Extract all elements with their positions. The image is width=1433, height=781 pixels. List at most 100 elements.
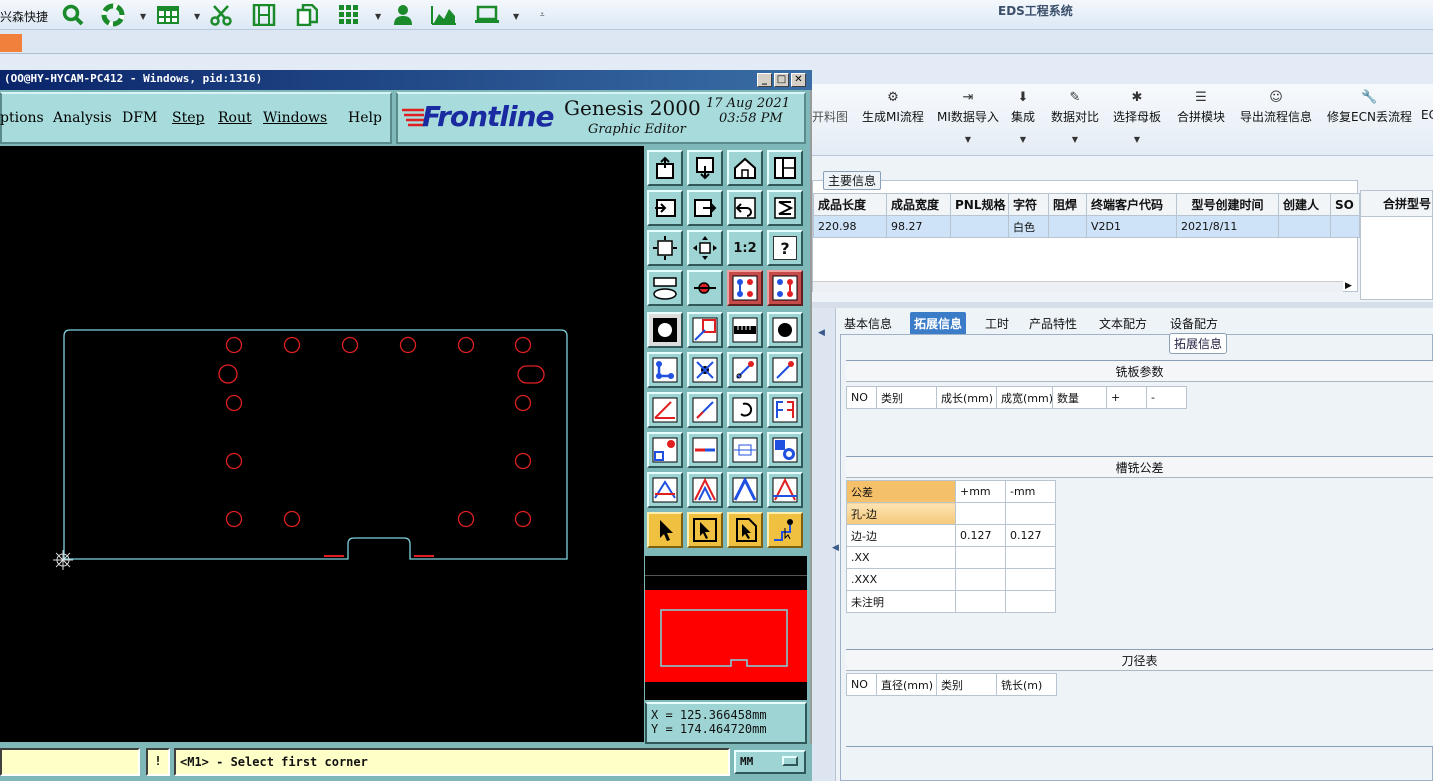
col-header[interactable]: 类别 [936,673,997,696]
table-cell[interactable] [950,215,1009,238]
ruler-button[interactable] [727,312,763,348]
table-cell[interactable] [955,590,1006,613]
table-cell[interactable]: 0.127 [1005,524,1056,547]
open-job-button[interactable] [647,150,683,186]
table-cell[interactable] [955,502,1006,525]
table-cell[interactable] [955,546,1006,569]
table-cell[interactable]: 98.27 [886,215,951,238]
toolbar-fix-ecn[interactable]: 🔧 修复ECN丢流程 [1327,90,1412,125]
export-button[interactable] [687,190,723,226]
col-header[interactable]: 直径(mm) [876,673,937,696]
table-cell[interactable] [1048,215,1087,238]
toolbar-cut-map[interactable]: 开料图 [812,108,848,125]
col-header[interactable]: 铣长(m) [996,673,1057,696]
help-button[interactable]: ? [767,230,803,266]
col-header[interactable]: -mm [1005,480,1056,503]
col-header[interactable]: 类别 [876,386,937,409]
chevron-down-icon[interactable]: ▼ [513,12,519,21]
tab-text-recipe[interactable]: 文本配方 [1095,312,1151,335]
toolbar-merge-module[interactable]: ☰ 合拼模块 [1177,90,1225,125]
table-row[interactable]: 边-边 0.127 0.127 [846,524,1056,547]
maximize-button[interactable]: □ [774,73,789,87]
chevron-down-icon[interactable]: ▼ [375,12,381,21]
add-row-button[interactable]: + [1106,386,1147,409]
command-input[interactable] [0,748,140,776]
col-header[interactable]: 成宽(mm) [996,386,1053,409]
chamfer-button[interactable] [687,472,723,508]
line-move-button[interactable] [767,352,803,388]
col-header[interactable]: 成品宽度 [886,193,951,216]
measure-point-button[interactable] [687,270,723,306]
table-cell[interactable] [1005,546,1056,569]
col-header[interactable]: 型号创建时间 [1176,193,1279,216]
arc-corner-button[interactable] [727,472,763,508]
collapse-icon[interactable]: ◀ [818,328,825,338]
netlist-button[interactable] [727,270,763,306]
netlist-compare-button[interactable] [767,270,803,306]
col-header[interactable]: 终端客户代码 [1086,193,1177,216]
col-header[interactable]: 数量 [1052,386,1107,409]
area-chart-icon[interactable] [430,3,456,27]
col-header[interactable]: NO [846,386,877,409]
col-header[interactable]: 字符 [1008,193,1049,216]
tab-extended-info[interactable]: 拓展信息 [910,312,967,335]
orange-tab[interactable] [0,34,22,52]
film-icon[interactable] [251,3,277,27]
chevron-down-icon[interactable]: ▼ [1051,135,1099,144]
search-icon[interactable] [60,3,86,27]
chevron-down-icon[interactable]: ▼ [194,12,200,21]
table-cell[interactable]: 边-边 [846,524,956,547]
menu-rout[interactable]: Rout [218,110,252,126]
menu-help[interactable]: Help [348,110,382,126]
splitter[interactable] [812,302,1433,308]
tab-basic-info[interactable]: 基本信息 [840,312,896,335]
col-header[interactable]: 阻焊 [1048,193,1087,216]
customize-icon[interactable]: ⩡ [540,10,545,20]
scissors-icon[interactable] [208,3,234,27]
palette-button[interactable] [647,270,683,306]
col-header[interactable]: PNL规格 [950,193,1009,216]
chevron-down-icon[interactable]: ▼ [1113,135,1161,144]
remove-row-button[interactable]: - [1146,386,1187,409]
slash-button[interactable] [687,392,723,428]
toolbar-select-mother-board[interactable]: ✱ 选择母板 ▼ [1113,90,1161,144]
table-cell[interactable] [955,568,1006,591]
col-header[interactable]: 公差 [846,480,956,503]
table-cell[interactable] [1005,502,1056,525]
table-cell[interactable]: 220.98 [813,215,887,238]
table-row[interactable]: 未注明 [846,590,1056,613]
tab-equipment-recipe[interactable]: 设备配方 [1166,312,1222,335]
col-header[interactable]: +mm [955,480,1006,503]
menu-step[interactable]: Step [172,110,204,126]
laptop-icon[interactable] [474,3,500,27]
table-cell[interactable] [1005,590,1056,613]
units-selector[interactable]: MM [734,750,806,774]
select-box-button[interactable] [687,512,723,548]
home-button[interactable] [727,150,763,186]
import-button[interactable] [647,190,683,226]
toolbar-mi-import[interactable]: ⇥ MI数据导入 ▼ [937,90,999,144]
table-cell[interactable]: 白色 [1008,215,1049,238]
graphic-canvas[interactable] [0,146,644,742]
chevron-down-icon[interactable]: ▼ [140,12,146,21]
select-polygon-button[interactable] [727,512,763,548]
angle-button[interactable] [647,392,683,428]
zoom-fit-button[interactable] [647,230,683,266]
table-cell[interactable]: .XX [846,546,956,569]
add-shape-button[interactable] [687,312,723,348]
table-cell[interactable]: 孔-边 [846,502,956,525]
line-add-button[interactable] [727,352,763,388]
toolbar-generate-mi[interactable]: ⚙ 生成MI流程 [862,90,924,125]
col-header[interactable]: 成品长度 [813,193,887,216]
menu-windows[interactable]: Windows [263,110,327,126]
toolbar-data-compare[interactable]: ✎ 数据对比 ▼ [1051,90,1099,144]
merge-model-header[interactable]: 合拼型号 [1361,191,1432,217]
toolbar-integrate[interactable]: ⬇ 集成 ▼ [1011,90,1035,144]
table-cell[interactable]: 未注明 [846,590,956,613]
toolbar-ec[interactable]: EC [1421,108,1433,122]
circle-pad-button[interactable] [767,312,803,348]
table-row[interactable]: .XXX [846,568,1056,591]
col-header[interactable]: 成长(mm) [936,386,997,409]
save-job-button[interactable] [687,150,723,186]
chevron-down-icon[interactable]: ▼ [937,135,999,144]
